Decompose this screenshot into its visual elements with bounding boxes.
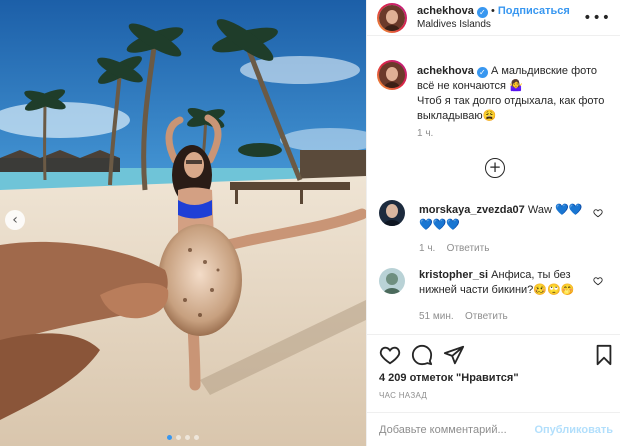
likes-count[interactable]: 4 209 отметок "Нравится" <box>379 372 519 384</box>
avatar[interactable] <box>379 268 405 294</box>
comment-time: 51 мин. <box>419 311 454 322</box>
plus-icon: + <box>488 158 502 176</box>
carousel-indicator <box>0 435 366 440</box>
comment-text: нижней части бикини?🥴🙄🤭 <box>419 284 575 296</box>
post-sidebar: achekhova ✓ • Подписаться Maldives Island… <box>366 0 620 446</box>
publish-button[interactable]: Опубликовать <box>534 424 613 436</box>
comment-bubble-icon[interactable] <box>411 344 433 366</box>
heart-icon[interactable] <box>593 276 603 286</box>
reply-button[interactable]: Ответить <box>465 311 508 322</box>
follow-button[interactable]: Подписаться <box>498 5 570 17</box>
caption-text: Чтоб я так долго отдыхала, как фото <box>417 95 605 107</box>
caption-username[interactable]: achekhova <box>417 65 474 77</box>
caption-text: всё не кончаются <box>417 80 506 92</box>
caption-text: А мальдивские фото <box>490 65 598 77</box>
carousel-dot <box>194 435 199 440</box>
heart-icon[interactable] <box>593 208 603 218</box>
avatar <box>379 62 405 88</box>
comment-text: 💙💙💙 <box>419 219 461 231</box>
post-timestamp[interactable]: ЧАС НАЗАД <box>379 391 427 400</box>
comment-time: 1 ч. <box>419 243 436 254</box>
save-bookmark-icon[interactable] <box>593 344 615 366</box>
username[interactable]: achekhova <box>417 5 474 17</box>
avatar[interactable] <box>379 200 405 226</box>
like-heart-icon[interactable] <box>379 344 401 366</box>
comment-username[interactable]: kristopher_si <box>419 269 488 281</box>
avatar <box>379 5 405 31</box>
reply-button[interactable]: Ответить <box>447 243 490 254</box>
comment-text: Анфиса, ты без <box>491 269 571 281</box>
carousel-prev-button[interactable]: ‹ <box>5 210 25 230</box>
load-more-comments-button[interactable]: + <box>485 158 505 178</box>
carousel-dot <box>167 435 172 440</box>
add-comment-bar: Добавьте комментарий... Опубликовать <box>367 412 620 446</box>
caption-avatar-ring[interactable] <box>377 60 407 90</box>
verified-badge-icon: ✓ <box>476 7 488 18</box>
caption-time: 1 ч. <box>417 128 434 139</box>
location-link[interactable]: Maldives Islands <box>417 19 491 30</box>
caption-text: выкладываю <box>417 110 483 122</box>
post-photo[interactable]: ‹ <box>0 0 366 446</box>
comment-text: Waw 💙💙 <box>527 204 583 216</box>
verified-badge-icon: ✓ <box>476 67 488 78</box>
share-paper-plane-icon[interactable] <box>443 344 465 366</box>
post-header: achekhova ✓ • Подписаться Maldives Island… <box>367 0 620 36</box>
avatar-ring[interactable] <box>377 3 407 33</box>
caption-emoji: 😩 <box>482 110 497 122</box>
carousel-dot <box>176 435 181 440</box>
comment-username[interactable]: morskaya_zvezda07 <box>419 204 525 216</box>
carousel-dot <box>185 435 190 440</box>
more-options-icon[interactable]: ••• <box>583 10 611 26</box>
comment-input[interactable]: Добавьте комментарий... <box>379 424 507 436</box>
chevron-left-icon: ‹ <box>12 212 18 228</box>
caption-emoji: 🤷‍♀️ <box>509 80 523 92</box>
beach-photo-image <box>0 0 366 446</box>
